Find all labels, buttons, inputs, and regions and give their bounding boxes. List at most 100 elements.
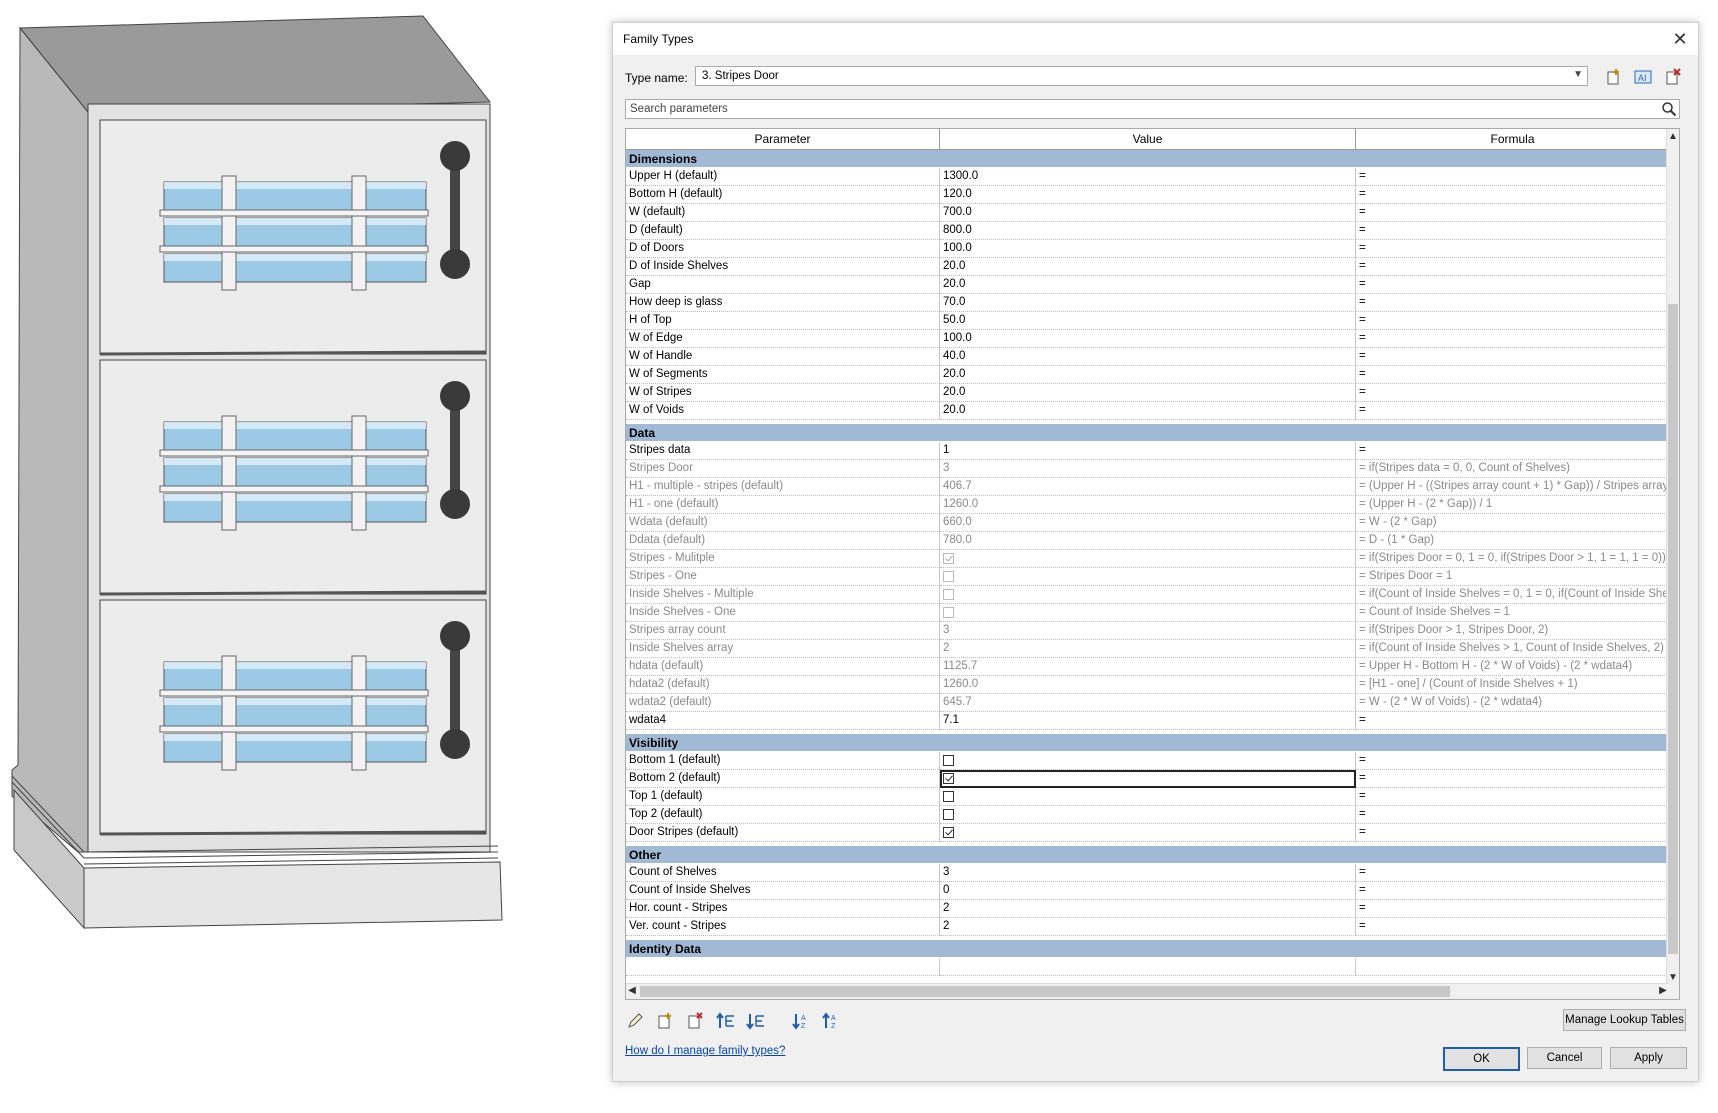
group-header[interactable]: Dimensions — [626, 150, 1669, 168]
parameter-formula[interactable]: = — [1356, 864, 1669, 882]
parameter-value[interactable]: 40.0 — [940, 348, 1356, 366]
parameter-checkbox[interactable] — [943, 773, 954, 784]
parameter-name[interactable]: D of Doors — [626, 240, 940, 258]
parameter-row[interactable]: Count of Shelves 3 = — [626, 864, 1669, 882]
parameter-row[interactable]: W of Stripes 20.0 = — [626, 384, 1669, 402]
horizontal-scroll-thumb[interactable] — [640, 986, 1450, 997]
parameter-name[interactable]: Top 1 (default) — [626, 788, 940, 806]
parameter-name[interactable]: Bottom 2 (default) — [626, 770, 940, 788]
parameter-formula[interactable]: = — [1356, 330, 1669, 348]
parameter-row[interactable]: wdata2 (default) 645.7 = W - (2 * W of Voi… — [626, 694, 1669, 712]
parameter-formula[interactable]: = — [1356, 186, 1669, 204]
parameter-name[interactable]: Inside Shelves - One — [626, 604, 940, 622]
parameter-value[interactable]: 7.1 — [940, 712, 1356, 730]
parameter-name[interactable]: How deep is glass — [626, 294, 940, 312]
parameter-name[interactable]: W of Edge — [626, 330, 940, 348]
cancel-button[interactable]: Cancel — [1527, 1047, 1602, 1069]
parameter-value[interactable]: 0 — [940, 882, 1356, 900]
parameter-row[interactable]: Upper H (default) 1300.0 = — [626, 168, 1669, 186]
parameter-row[interactable]: Door Stripes (default) = — [626, 824, 1669, 842]
parameter-row[interactable]: H of Top 50.0 = — [626, 312, 1669, 330]
parameter-name[interactable]: Stripes - One — [626, 568, 940, 586]
parameter-name[interactable]: Top 2 (default) — [626, 806, 940, 824]
parameter-value[interactable]: 20.0 — [940, 384, 1356, 402]
parameter-formula[interactable]: = — [1356, 770, 1669, 788]
group-header[interactable]: Identity Data — [626, 940, 1669, 958]
parameter-row[interactable]: Stripes - Mulitple = if(Stripes Door = 0,… — [626, 550, 1669, 568]
parameter-row[interactable]: How deep is glass 70.0 = — [626, 294, 1669, 312]
column-header-value[interactable]: Value — [940, 129, 1356, 150]
parameter-value[interactable] — [940, 958, 1356, 976]
parameter-value[interactable]: 50.0 — [940, 312, 1356, 330]
parameter-formula[interactable]: = W - (2 * Gap) — [1356, 514, 1669, 532]
parameter-formula[interactable]: = — [1356, 312, 1669, 330]
parameter-row[interactable]: Inside Shelves - Multiple = if(Count of I… — [626, 586, 1669, 604]
parameter-formula[interactable]: = — [1356, 806, 1669, 824]
parameter-value[interactable]: 2 — [940, 918, 1356, 936]
parameter-formula[interactable]: = — [1356, 366, 1669, 384]
parameter-value[interactable]: 800.0 — [940, 222, 1356, 240]
column-header-formula[interactable]: Formula — [1356, 129, 1669, 150]
parameter-value[interactable]: 20.0 — [940, 366, 1356, 384]
scroll-right-icon[interactable]: ▶ — [1657, 985, 1669, 996]
group-header[interactable]: Visibility — [626, 734, 1669, 752]
parameter-row[interactable]: wdata4 7.1 = — [626, 712, 1669, 730]
parameter-name[interactable]: W (default) — [626, 204, 940, 222]
close-icon[interactable]: ✕ — [1668, 27, 1692, 51]
parameter-value[interactable] — [940, 770, 1356, 788]
manage-lookup-tables-button[interactable]: Manage Lookup Tables — [1563, 1009, 1686, 1031]
group-header[interactable]: Data — [626, 424, 1669, 442]
parameter-row[interactable]: Wdata (default) 660.0 = W - (2 * Gap) — [626, 514, 1669, 532]
parameter-row[interactable]: Gap 20.0 = — [626, 276, 1669, 294]
parameter-row[interactable]: Stripes Door 3 = if(Stripes data = 0, 0, C… — [626, 460, 1669, 478]
parameter-value[interactable]: 120.0 — [940, 186, 1356, 204]
parameter-row[interactable]: D of Inside Shelves 20.0 = — [626, 258, 1669, 276]
parameter-row[interactable]: Ver. count - Stripes 2 = — [626, 918, 1669, 936]
parameter-formula[interactable]: = — [1356, 204, 1669, 222]
parameter-formula[interactable]: = if(Stripes Door > 1, Stripes Door, 2) — [1356, 622, 1669, 640]
parameter-row[interactable]: hdata (default) 1125.7 = Upper H - Bottom … — [626, 658, 1669, 676]
group-header[interactable]: Other — [626, 846, 1669, 864]
parameter-formula[interactable] — [1356, 958, 1669, 976]
parameter-formula[interactable]: = — [1356, 258, 1669, 276]
parameter-formula[interactable]: = — [1356, 900, 1669, 918]
parameter-formula[interactable]: = — [1356, 222, 1669, 240]
move-down-icon[interactable] — [745, 1011, 767, 1031]
parameter-name[interactable]: Stripes Door — [626, 460, 940, 478]
horizontal-scrollbar[interactable]: ◀ ▶ — [626, 983, 1669, 999]
parameter-value[interactable]: 100.0 — [940, 240, 1356, 258]
parameter-value[interactable]: 20.0 — [940, 276, 1356, 294]
parameter-row[interactable]: Bottom 1 (default) = — [626, 752, 1669, 770]
parameter-formula[interactable]: = (Upper H - (2 * Gap)) / 1 — [1356, 496, 1669, 514]
parameter-row[interactable]: W of Edge 100.0 = — [626, 330, 1669, 348]
parameter-formula[interactable]: = if(Count of Inside Shelves = 0, 1 = 0,… — [1356, 586, 1669, 604]
parameter-row[interactable]: Top 1 (default) = — [626, 788, 1669, 806]
scroll-up-icon[interactable]: ▲ — [1667, 131, 1679, 142]
ok-button[interactable]: OK — [1443, 1047, 1520, 1071]
parameter-row[interactable]: W of Handle 40.0 = — [626, 348, 1669, 366]
type-name-select[interactable]: 3. Stripes Door ▼ — [695, 66, 1588, 86]
vertical-scrollbar[interactable]: ▲ ▼ — [1666, 129, 1679, 999]
parameter-formula[interactable]: = [H1 - one] / (Count of Inside Shelves … — [1356, 676, 1669, 694]
parameter-row[interactable]: H1 - one (default) 1260.0 = (Upper H - (2 … — [626, 496, 1669, 514]
parameter-value[interactable] — [940, 788, 1356, 806]
parameter-row[interactable]: W (default) 700.0 = — [626, 204, 1669, 222]
apply-button[interactable]: Apply — [1610, 1047, 1687, 1069]
parameter-value[interactable] — [940, 752, 1356, 770]
parameter-name[interactable]: Wdata (default) — [626, 514, 940, 532]
delete-type-icon[interactable] — [1663, 67, 1683, 87]
parameter-row[interactable]: hdata2 (default) 1260.0 = [H1 - one] / (Co… — [626, 676, 1669, 694]
parameter-name[interactable]: Bottom H (default) — [626, 186, 940, 204]
parameter-formula[interactable]: = — [1356, 442, 1669, 460]
new-type-icon[interactable] — [1604, 67, 1624, 87]
parameter-name[interactable]: Upper H (default) — [626, 168, 940, 186]
parameter-value[interactable]: 3 — [940, 864, 1356, 882]
parameter-formula[interactable]: = — [1356, 918, 1669, 936]
parameter-checkbox[interactable] — [943, 827, 954, 838]
parameter-formula[interactable]: = Stripes Door = 1 — [1356, 568, 1669, 586]
parameter-value[interactable]: 2 — [940, 900, 1356, 918]
parameter-name[interactable]: Count of Inside Shelves — [626, 882, 940, 900]
parameter-name[interactable]: wdata2 (default) — [626, 694, 940, 712]
parameter-row[interactable]: Bottom 2 (default) = — [626, 770, 1669, 788]
search-input[interactable]: Search parameters — [625, 99, 1680, 119]
